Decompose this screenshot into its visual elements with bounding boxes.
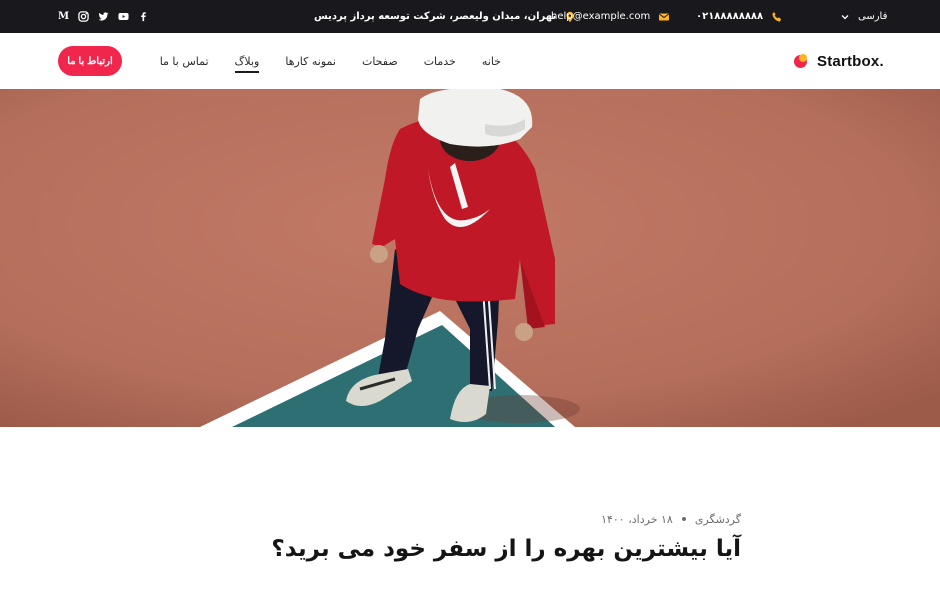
logo-text: Startbox. — [817, 52, 884, 70]
instagram-icon[interactable] — [78, 11, 89, 22]
logo-mark-icon — [794, 53, 809, 69]
post-title: آیا بیشترین بهره را از سفر خود می برید؟ — [271, 536, 741, 562]
address-text: تهران، میدان ولیعصر، شرکت توسعه پرداز پر… — [314, 11, 557, 22]
email-text[interactable]: help@example.com — [551, 11, 650, 22]
main-header: ارتباط با ما خانه خدمات صفحات نمونه کاره… — [0, 33, 940, 89]
youtube-icon[interactable] — [118, 11, 129, 22]
site-logo[interactable]: Startbox. — [794, 33, 884, 89]
nav-item-pages[interactable]: صفحات — [362, 55, 398, 68]
post-category[interactable]: گردشگری — [695, 513, 741, 526]
social-links: M — [58, 0, 149, 33]
twitter-icon[interactable] — [98, 11, 109, 22]
nav-item-blog[interactable]: وبلاگ — [234, 55, 259, 73]
main-nav: خانه خدمات صفحات نمونه کارها وبلاگ تماس … — [160, 33, 501, 89]
hero-image — [0, 89, 940, 427]
top-bar: M تهران، میدان ولیعصر، شرکت توسعه پرداز … — [0, 0, 940, 33]
address-info: تهران، میدان ولیعصر، شرکت توسعه پرداز پر… — [314, 0, 576, 33]
email-info[interactable]: help@example.com — [551, 0, 670, 33]
language-label: فارسی — [858, 11, 888, 22]
vr-person-photo — [0, 89, 940, 427]
phone-icon — [771, 11, 783, 23]
separator-dot — [681, 517, 686, 521]
envelope-icon — [658, 11, 670, 23]
medium-icon[interactable]: M — [58, 11, 69, 22]
post-date: ۱۸ خرداد، ۱۴۰۰ — [601, 512, 673, 526]
nav-item-portfolio[interactable]: نمونه کارها — [285, 55, 336, 68]
facebook-icon[interactable] — [138, 11, 149, 22]
chevron-down-icon — [841, 13, 849, 21]
nav-item-home[interactable]: خانه — [482, 55, 501, 68]
contact-us-button[interactable]: ارتباط با ما — [58, 46, 122, 76]
post-meta: گردشگری ۱۸ خرداد، ۱۴۰۰ — [601, 512, 741, 526]
nav-item-contact[interactable]: تماس با ما — [160, 55, 209, 68]
language-selector[interactable]: فارسی — [841, 0, 887, 33]
nav-item-services[interactable]: خدمات — [424, 55, 456, 68]
phone-info[interactable]: ۰۲۱۸۸۸۸۸۸۸۸ — [696, 0, 783, 33]
phone-text[interactable]: ۰۲۱۸۸۸۸۸۸۸۸ — [696, 11, 763, 22]
